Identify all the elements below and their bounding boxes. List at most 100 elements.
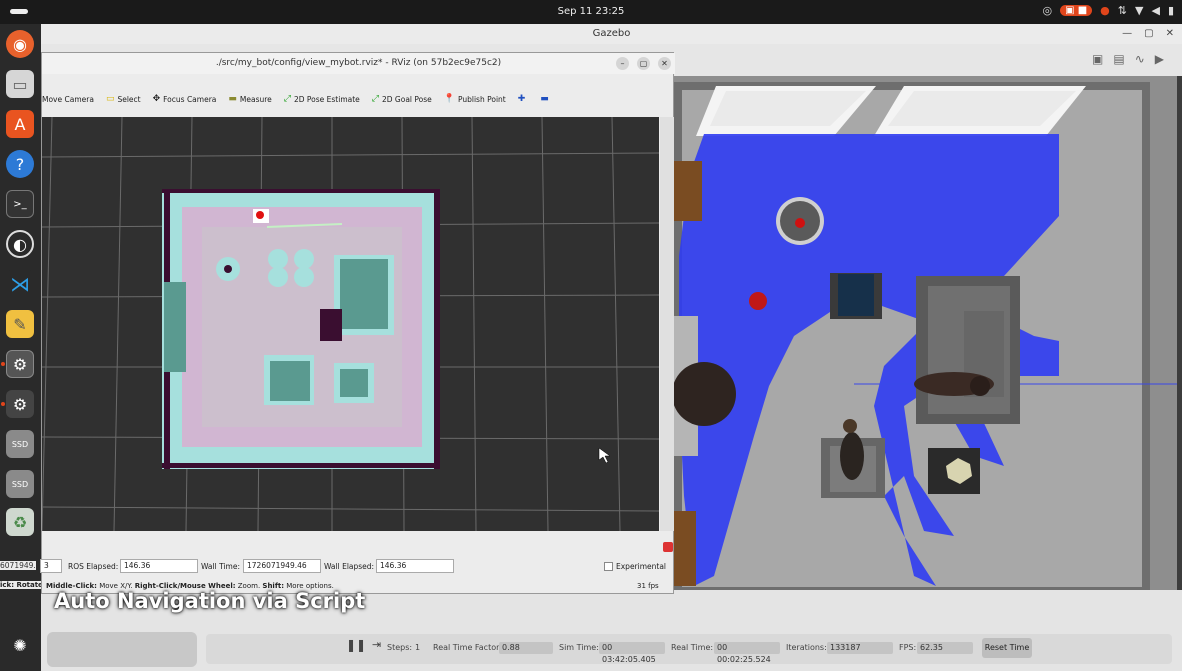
rviz-title-bar: ./src/my_bot/config/view_mybot.rviz* - R… (42, 53, 675, 74)
real-time-value: 00 00:02:25.524 (714, 642, 780, 664)
step-icon[interactable]: ⇥ (372, 638, 381, 651)
tool-select[interactable]: ▭ Select (106, 94, 141, 104)
pause-icon[interactable]: ❚❚ (346, 638, 366, 652)
rviz-scrollbar[interactable] (660, 117, 674, 531)
hidden-wall-time-fragment: 6071949.4 (0, 561, 36, 570)
trash-icon[interactable]: ♻ (6, 508, 34, 536)
rviz-toolbar: Move Camera ▭ Select ✥ Focus Camera ▬ Measu… (42, 89, 675, 109)
rtf-label: Real Time Factor: (433, 643, 502, 652)
ssd-drive-icon[interactable]: SSD (6, 430, 34, 458)
tool-measure[interactable]: ▬ Measure (228, 94, 271, 104)
text-editor-icon[interactable]: ✎ (6, 310, 34, 338)
sim-time-label: Sim Time: (559, 643, 599, 652)
real-time-label: Real Time: (671, 643, 714, 652)
system-tray[interactable]: ◎ ▣ ■ ● ⇅ ▼ ◀ ▮ (1042, 4, 1174, 17)
gazebo-side-panel (47, 632, 197, 667)
scene-render (674, 76, 1177, 636)
terminal-icon[interactable]: >_ (6, 190, 34, 218)
gazebo-3d-scene[interactable] (674, 76, 1177, 636)
gazebo-tools: ▣ ▤ ∿ ▶ (1092, 52, 1164, 66)
minimize-icon[interactable]: — (1122, 24, 1132, 44)
remove-tool-button[interactable]: ▬ (540, 94, 552, 104)
screen-record-icon[interactable]: ▣ ■ (1060, 5, 1093, 16)
panel-close-icon[interactable] (663, 542, 673, 552)
fps-label: FPS: (899, 643, 917, 652)
tool-move-camera[interactable]: Move Camera (42, 95, 94, 104)
steps-value[interactable]: 1 (415, 643, 420, 652)
rviz-map-render (42, 117, 659, 531)
publish-point-icon: 📍 (443, 94, 455, 104)
focus-camera-icon: ✥ (152, 94, 161, 104)
tool-2d-pose-estimate[interactable]: ⤢ 2D Pose Estimate (284, 94, 360, 104)
select-icon: ▭ (105, 94, 115, 104)
gazebo-title-bar: Gazebo — ▢ ✕ (41, 24, 1182, 44)
ubuntu-apps-icon[interactable]: ✺ (6, 631, 34, 659)
dock: ◉ ▭ A ? >_ ◐ ⋊ ✎ ⚙ ⚙ SSD SSD ♻ ✺ (0, 24, 41, 671)
add-tool-button[interactable]: ✚ (518, 94, 529, 104)
running-indicator (1, 362, 5, 366)
wall-time-field[interactable]: 1726071949.46 (243, 559, 321, 573)
fps-counter: 31 fps (637, 582, 659, 590)
measure-icon: ▬ (228, 94, 237, 104)
clock[interactable]: Sep 11 23:25 (0, 6, 1182, 17)
wall-elapsed-field[interactable]: 146.36 (376, 559, 454, 573)
network-icon[interactable]: ⇅ (1118, 4, 1127, 17)
ros-elapsed-field[interactable]: 146.36 (120, 559, 198, 573)
wifi-icon[interactable]: ▼ (1135, 4, 1143, 17)
reset-time-button[interactable]: Reset Time (982, 638, 1032, 658)
video-record-icon[interactable]: ▶ (1155, 52, 1164, 66)
window-controls: — ▢ ✕ (1122, 24, 1174, 44)
rviz-time-panel: 3 ROS Elapsed: 146.36 Wall Time: 1726071… (40, 555, 675, 577)
hidden-status-fragment: ick: Rotate. (0, 581, 41, 589)
experimental-checkbox[interactable] (604, 562, 613, 571)
chrome-icon[interactable]: ◎ (1042, 4, 1052, 17)
plus-icon: ✚ (517, 94, 526, 104)
obs-icon[interactable]: ◐ (6, 230, 34, 258)
minus-icon: ▬ (540, 94, 549, 104)
ros-elapsed-label: ROS Elapsed: (68, 562, 119, 571)
rviz-window-title: ./src/my_bot/config/view_mybot.rviz* - R… (215, 58, 502, 68)
help-icon[interactable]: ? (6, 150, 34, 178)
fps-value: 62.35 (917, 642, 973, 654)
ros-time-field[interactable]: 3 (40, 559, 62, 573)
app-center-icon[interactable]: A (6, 110, 34, 138)
volume-icon[interactable]: ◀ (1151, 4, 1159, 17)
close-icon[interactable]: ✕ (658, 57, 671, 70)
tool-publish-point[interactable]: 📍 Publish Point (444, 94, 506, 104)
experimental-label: Experimental (616, 562, 667, 571)
battery-icon[interactable]: ▮ (1168, 4, 1174, 17)
firefox-icon[interactable]: ◉ (6, 30, 34, 58)
tool-2d-goal-pose[interactable]: ⤢ 2D Goal Pose (372, 94, 432, 104)
desktop: Sep 11 23:25 ◎ ▣ ■ ● ⇅ ▼ ◀ ▮ ◉ ▭ A ? >_ … (0, 0, 1182, 671)
goal-pose-icon: ⤢ (371, 94, 379, 104)
screenshot-icon[interactable]: ▣ (1092, 52, 1103, 66)
sim-time-value: 00 03:42:05.405 (599, 642, 665, 664)
mic-icon[interactable]: ● (1100, 4, 1110, 17)
maximize-icon[interactable]: ▢ (637, 57, 650, 70)
settings-icon[interactable]: ⚙ (6, 350, 34, 378)
log-icon[interactable]: ▤ (1113, 52, 1124, 66)
files-icon[interactable]: ▭ (6, 70, 34, 98)
system-top-bar: Sep 11 23:25 ◎ ▣ ■ ● ⇅ ▼ ◀ ▮ (0, 0, 1182, 24)
pose-estimate-icon: ⤢ (283, 94, 291, 104)
rviz-3d-view[interactable] (42, 117, 659, 531)
video-caption: Auto Navigation via Script (54, 589, 366, 613)
running-indicator (1, 402, 5, 406)
tool-focus-camera[interactable]: ✥ Focus Camera (153, 94, 217, 104)
ssd-drive-icon-2[interactable]: SSD (6, 470, 34, 498)
minimize-icon[interactable]: – (616, 57, 629, 70)
rviz-window: ./src/my_bot/config/view_mybot.rviz* - R… (40, 52, 675, 594)
maximize-icon[interactable]: ▢ (1144, 24, 1153, 44)
steps-label: Steps: (387, 643, 413, 652)
close-icon[interactable]: ✕ (1166, 24, 1174, 44)
vscode-icon[interactable]: ⋊ (6, 270, 34, 298)
window-title: Gazebo (592, 28, 631, 39)
wall-elapsed-label: Wall Elapsed: (324, 562, 375, 571)
plot-icon[interactable]: ∿ (1135, 52, 1145, 66)
gazebo-time-bar: ❚❚ ⇥ Steps: 1 Real Time Factor: 0.88 Sim… (206, 634, 1172, 664)
iterations-value: 133187 (827, 642, 893, 654)
settings-icon-2[interactable]: ⚙ (6, 390, 34, 418)
iterations-label: Iterations: (786, 643, 827, 652)
rtf-value: 0.88 (499, 642, 553, 654)
wall-time-label: Wall Time: (201, 562, 240, 571)
